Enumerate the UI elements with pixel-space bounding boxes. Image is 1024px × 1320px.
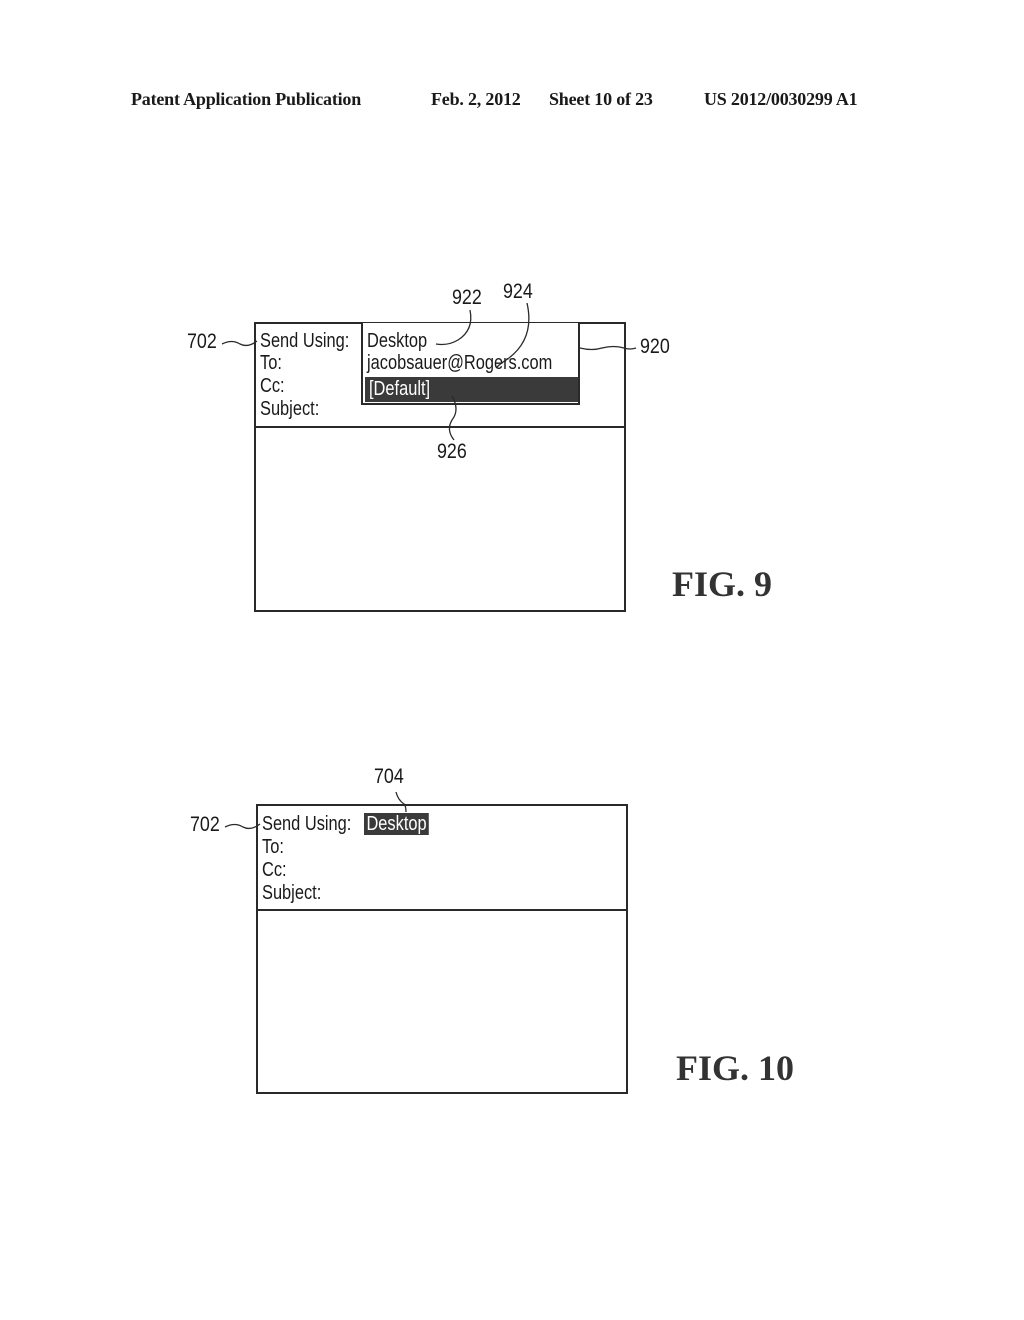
ref-926: 926 [437,440,467,463]
fig10-subject-label: Subject: [262,882,322,904]
patent-number: US 2012/0030299 A1 [704,89,858,109]
fig10-caption: FIG. 10 [676,1048,795,1088]
ref-922: 922 [452,286,482,309]
publication-label: Patent Application Publication [131,89,362,109]
leader-702-fig10 [224,823,261,830]
dropdown-option-email[interactable]: jacobsauer@Rogers.com [367,352,552,374]
dropdown-option-default-label: [Default] [369,378,431,400]
fig9-send-using-label: Send Using: [260,330,350,352]
dropdown-option-default-selected[interactable]: [Default] [365,377,578,402]
ref-702-fig9: 702 [187,330,217,353]
fig10-header-divider [258,909,626,911]
fig10-send-using-value[interactable]: Desktop [364,813,430,836]
fig10-email-compose-screen [256,804,628,1094]
ref-704: 704 [374,765,404,788]
fig9-header-divider [256,426,624,428]
fig10-send-using-value-text: Desktop [364,813,430,835]
fig10-cc-label: Cc: [262,859,287,881]
ref-920: 920 [640,335,670,358]
fig9-caption: FIG. 9 [672,564,773,604]
fig10-send-using-label: Send Using: [262,813,352,835]
publication-date: Feb. 2, 2012 [431,89,521,109]
fig9-send-using-dropdown[interactable]: Desktop jacobsauer@Rogers.com [Default] [361,323,580,405]
fig10-to-label: To: [262,836,284,858]
fig9-cc-label: Cc: [260,375,285,397]
reference-leader-lines [221,302,637,830]
fig9-subject-label: Subject: [260,398,320,420]
dropdown-option-desktop[interactable]: Desktop [367,330,427,352]
sheet-number: Sheet 10 of 23 [549,89,653,109]
leader-702-fig9 [221,340,258,347]
ref-924: 924 [503,280,533,303]
ref-702-fig10: 702 [190,813,220,836]
fig9-to-label: To: [260,352,282,374]
